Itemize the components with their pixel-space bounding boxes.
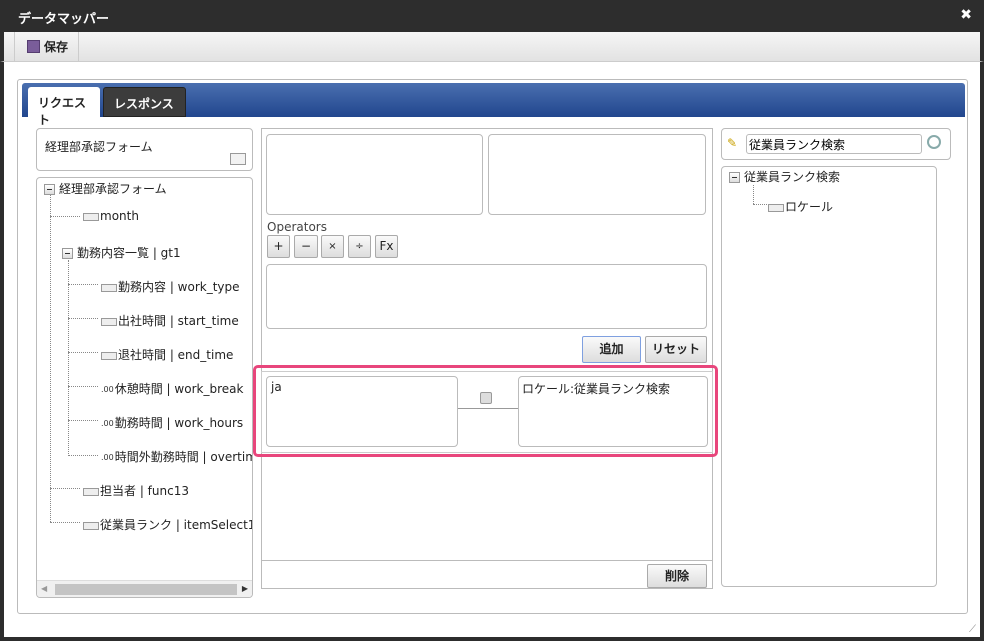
tree-node-child[interactable]: .00休憩時間 | work_break <box>101 380 243 397</box>
scroll-right-icon[interactable]: ▶ <box>242 584 248 593</box>
minus-button[interactable]: − <box>294 235 318 258</box>
source-box[interactable] <box>266 134 483 215</box>
search-input[interactable] <box>746 134 922 154</box>
mapping-source[interactable]: ja <box>266 376 458 447</box>
operators-label: Operators <box>267 220 327 234</box>
number-icon: .00 <box>101 452 114 462</box>
reset-button[interactable]: リセット <box>645 336 707 363</box>
field-icon <box>83 521 99 530</box>
field-icon <box>101 283 117 292</box>
mapping-connector <box>458 408 518 409</box>
key-pencil-icon: ✎ <box>727 136 738 150</box>
form-name: 経理部承認フォーム <box>45 140 153 154</box>
number-icon: .00 <box>101 418 114 428</box>
multiply-button[interactable]: × <box>321 235 344 258</box>
response-tree: 従業員ランク検索 ロケール <box>721 166 937 587</box>
tree-node-child[interactable]: 退社時間 | end_time <box>101 346 233 363</box>
divide-button[interactable]: ÷ <box>348 235 371 258</box>
tab-request[interactable]: リクエスト <box>28 87 100 127</box>
collapse-icon[interactable] <box>729 172 740 183</box>
scroll-left-icon[interactable]: ◀ <box>41 584 47 593</box>
tree-node-child[interactable]: 勤務内容 | work_type <box>101 278 240 295</box>
target-box[interactable] <box>488 134 706 215</box>
tree-node-child[interactable]: .00勤務時間 | work_hours <box>101 414 243 431</box>
field-icon <box>83 487 99 496</box>
form-list-icon[interactable] <box>230 153 246 165</box>
scroll-thumb[interactable] <box>55 584 237 595</box>
field-icon <box>101 317 117 326</box>
collapse-icon[interactable] <box>62 248 73 259</box>
add-button[interactable]: 追加 <box>582 336 641 363</box>
number-icon: .00 <box>101 384 114 394</box>
toolbar: 保存 <box>0 32 984 62</box>
expression-box[interactable] <box>266 264 707 329</box>
tree-node-tantou[interactable]: 担当者 | func13 <box>83 482 189 499</box>
mapping-checkbox[interactable] <box>480 392 492 404</box>
tab-response[interactable]: レスポンス <box>103 87 186 117</box>
plus-button[interactable]: + <box>267 235 290 258</box>
delete-button[interactable]: 削除 <box>647 564 707 588</box>
floppy-icon <box>27 40 40 53</box>
search-box: ✎ <box>721 128 951 160</box>
search-icon[interactable] <box>927 135 941 149</box>
horizontal-scrollbar[interactable]: ◀ ▶ <box>37 580 252 597</box>
tree-node-group[interactable]: 勤務内容一覧 | gt1 <box>62 244 181 261</box>
resize-grip-icon[interactable]: ⟋ <box>969 624 976 635</box>
field-icon <box>101 351 117 360</box>
mapping-target[interactable]: ロケール:従業員ランク検索 <box>518 376 708 447</box>
function-button[interactable]: Fx <box>375 235 398 258</box>
tree-node-locale[interactable]: ロケール <box>768 198 833 215</box>
tree-node-rank[interactable]: 従業員ランク | itemSelect14 <box>83 516 252 533</box>
tree-node-child[interactable]: .00時間外勤務時間 | overtim <box>101 448 252 465</box>
tree-node-root[interactable]: 経理部承認フォーム <box>44 180 167 197</box>
field-icon <box>83 212 99 221</box>
tree-node-child[interactable]: 出社時間 | start_time <box>101 312 239 329</box>
form-select[interactable]: 経理部承認フォーム <box>36 128 253 171</box>
save-button[interactable]: 保存 <box>14 32 80 61</box>
tree-node-month[interactable]: month <box>83 209 139 223</box>
window-title: データマッパー <box>0 0 984 32</box>
collapse-icon[interactable] <box>44 184 55 195</box>
tree-node-root[interactable]: 従業員ランク検索 <box>729 168 840 185</box>
request-tree: 経理部承認フォーム month 勤務内容一覧 | gt1 勤務内容 | work… <box>36 177 253 598</box>
close-icon[interactable]: ✖ <box>960 7 972 23</box>
field-icon <box>768 203 784 212</box>
